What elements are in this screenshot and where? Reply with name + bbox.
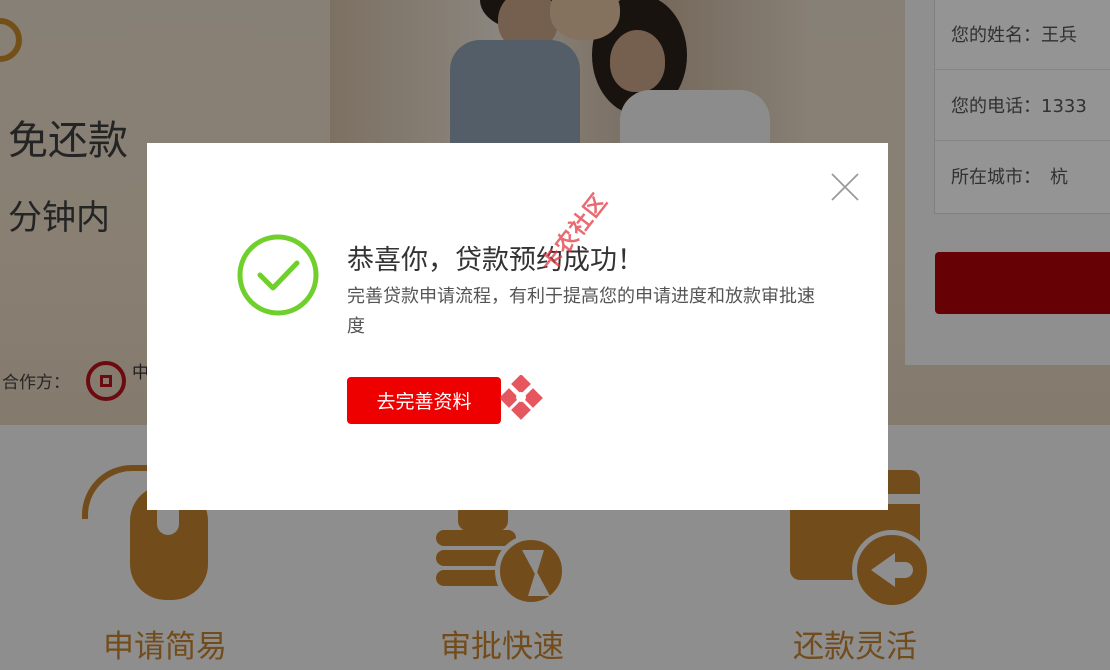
check-circle-icon — [237, 234, 319, 316]
success-dialog: 恭喜你，贷款预约成功！ 完善贷款申请流程，有利于提高您的申请进度和放款审批速度 … — [147, 143, 888, 510]
close-icon[interactable] — [829, 171, 861, 203]
complete-profile-button[interactable]: 去完善资料 — [347, 377, 501, 424]
dialog-description: 完善贷款申请流程，有利于提高您的申请进度和放款审批速度 — [347, 286, 815, 337]
loan-landing-page: 免还款 分钟内 合作方： 中 您的姓名：王兵 您的电话：1333 所在城市： 杭… — [0, 0, 1110, 670]
watermark-logo-icon — [500, 375, 543, 420]
dialog-title: 恭喜你，贷款预约成功！ — [347, 245, 644, 276]
